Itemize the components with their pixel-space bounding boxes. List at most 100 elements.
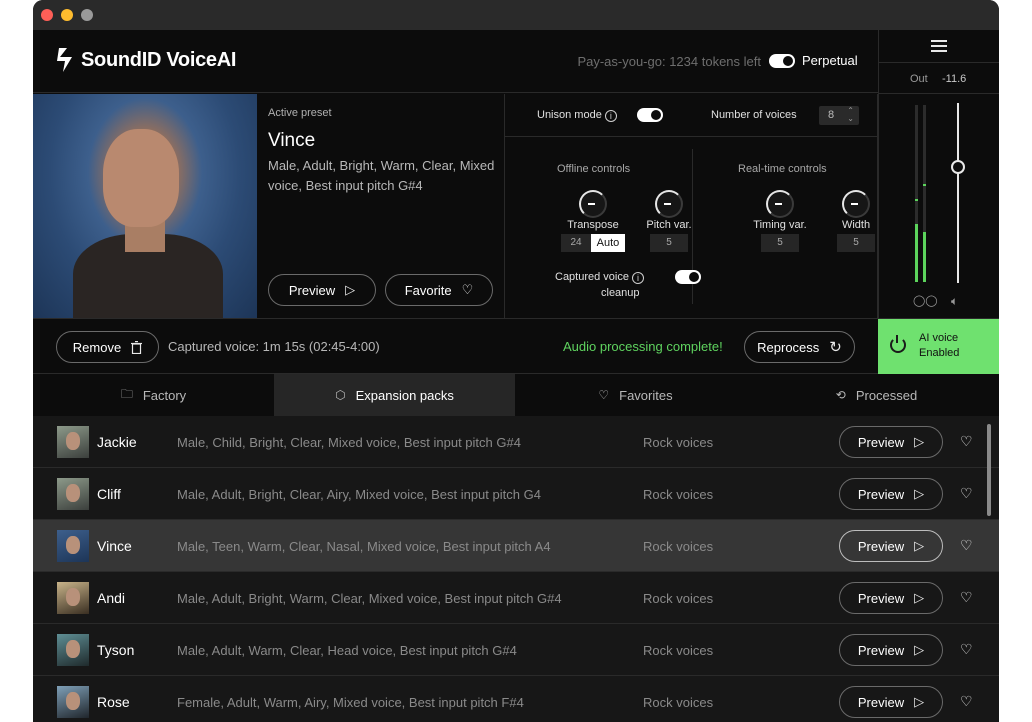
- preset-pack: Rock voices: [643, 539, 714, 554]
- preset-description: Male, Adult, Warm, Clear, Head voice, Be…: [177, 643, 517, 658]
- width-value[interactable]: 5: [837, 234, 875, 252]
- timing-var-value[interactable]: 5: [761, 234, 799, 252]
- app-logo: SoundID VoiceAI: [55, 48, 236, 72]
- transpose-auto-button[interactable]: Auto: [591, 234, 625, 252]
- offline-controls-title: Offline controls: [557, 163, 631, 175]
- favorite-button[interactable]: Favorite ♡: [385, 274, 493, 306]
- preview-button[interactable]: Preview ▷: [268, 274, 376, 306]
- preview-button[interactable]: Preview ▷: [839, 582, 943, 614]
- preview-button[interactable]: Preview ▷: [839, 478, 943, 510]
- avatar: [57, 530, 89, 562]
- link-channels-icon[interactable]: ◯◯: [913, 294, 938, 307]
- remove-button[interactable]: Remove: [56, 331, 159, 363]
- avatar: [57, 582, 89, 614]
- tab-favorites[interactable]: ♡ Favorites: [515, 374, 756, 416]
- preset-list: Jackie Male, Child, Bright, Clear, Mixed…: [33, 416, 999, 722]
- preset-description: Male, Adult, Bright, Clear, Airy, Mixed …: [177, 487, 541, 502]
- timing-var-label: Timing var.: [753, 219, 807, 231]
- list-item[interactable]: Andi Male, Adult, Bright, Warm, Clear, M…: [33, 572, 999, 624]
- info-icon[interactable]: i: [604, 110, 617, 122]
- captured-voice-cleanup-toggle[interactable]: [675, 270, 701, 284]
- preview-button[interactable]: Preview ▷: [839, 530, 943, 562]
- refresh-icon: ↻: [829, 339, 842, 356]
- minimize-window-button[interactable]: [61, 9, 73, 21]
- preview-button[interactable]: Preview ▷: [839, 634, 943, 666]
- favorite-heart-icon[interactable]: ♡: [960, 485, 973, 502]
- output-fader-handle[interactable]: [951, 160, 965, 174]
- preset-description: Male, Adult, Bright, Warm, Clear, Mixed …: [177, 591, 562, 606]
- output-fader-track[interactable]: [957, 103, 959, 283]
- active-preset-panel: Active preset Vince Male, Adult, Bright,…: [257, 94, 505, 318]
- pitch-var-knob[interactable]: [655, 190, 683, 218]
- folder-icon: 🗀︎: [120, 386, 133, 401]
- transpose-value[interactable]: 24: [561, 234, 591, 252]
- unison-mode-toggle[interactable]: [637, 108, 663, 122]
- preset-name: Tyson: [97, 642, 135, 658]
- timing-var-knob[interactable]: [766, 190, 794, 218]
- transpose-knob[interactable]: [579, 190, 607, 218]
- output-level-row: Out -11.6: [879, 62, 999, 94]
- favorite-heart-icon[interactable]: ♡: [960, 589, 973, 606]
- tab-processed[interactable]: ⟲ Processed: [756, 374, 997, 416]
- trash-icon: [131, 340, 143, 354]
- status-bar: Remove Captured voice: 1m 15s (02:45-4:0…: [33, 318, 999, 374]
- perpetual-toggle[interactable]: [769, 54, 795, 68]
- active-preset-name: Vince: [268, 130, 316, 151]
- preset-name: Jackie: [97, 434, 137, 450]
- number-of-voices-label: Number of voices: [711, 109, 797, 121]
- package-icon: ⬡: [335, 388, 346, 402]
- reprocess-button[interactable]: Reprocess ↻: [744, 331, 855, 363]
- realtime-controls-title: Real-time controls: [738, 163, 827, 175]
- play-icon: ▷: [914, 538, 925, 553]
- number-of-voices-stepper[interactable]: 8 ⌃ ⌄: [819, 106, 859, 125]
- title-bar: [33, 0, 999, 30]
- play-icon: ▷: [914, 434, 925, 449]
- voice-controls-panel: Unison mode i Number of voices 8 ⌃ ⌄ Offli…: [505, 94, 878, 318]
- output-value: -11.6: [942, 73, 967, 85]
- preset-pack: Rock voices: [643, 591, 714, 606]
- play-icon: ▷: [914, 642, 925, 657]
- play-icon: ▷: [345, 282, 356, 297]
- stepper-chevrons-icon[interactable]: ⌃ ⌄: [847, 107, 854, 123]
- list-item[interactable]: Tyson Male, Adult, Warm, Clear, Head voi…: [33, 624, 999, 676]
- favorite-heart-icon[interactable]: ♡: [960, 641, 973, 658]
- preset-pack: Rock voices: [643, 435, 714, 450]
- list-item[interactable]: Cliff Male, Adult, Bright, Clear, Airy, …: [33, 468, 999, 520]
- power-icon: [890, 335, 906, 353]
- ai-voice-enabled-button[interactable]: AI voice Enabled: [878, 319, 999, 374]
- play-icon: ▷: [914, 590, 925, 605]
- preset-description: Male, Child, Bright, Clear, Mixed voice,…: [177, 435, 521, 450]
- preview-button-label: Preview: [288, 282, 336, 298]
- tab-expansion-packs[interactable]: ⬡ Expansion packs: [274, 374, 515, 416]
- preset-pack: Rock voices: [643, 695, 714, 710]
- list-item-selected[interactable]: Vince Male, Teen, Warm, Clear, Nasal, Mi…: [33, 520, 999, 572]
- close-window-button[interactable]: [41, 9, 53, 21]
- output-panel: Out -11.6 ◯◯ 🔈︎: [878, 30, 999, 318]
- speaker-icon[interactable]: 🔈︎: [951, 294, 958, 309]
- info-icon[interactable]: i: [632, 272, 644, 284]
- ai-voice-status: AI voice Enabled: [919, 332, 960, 359]
- list-scrollbar[interactable]: [987, 424, 991, 516]
- play-icon: ▷: [914, 694, 925, 709]
- favorite-heart-icon[interactable]: ♡: [960, 693, 973, 710]
- menu-list-icon[interactable]: [931, 40, 947, 52]
- favorite-heart-icon[interactable]: ♡: [960, 433, 973, 450]
- preset-pack: Rock voices: [643, 487, 714, 502]
- list-item[interactable]: Jackie Male, Child, Bright, Clear, Mixed…: [33, 416, 999, 468]
- width-label: Width: [841, 219, 871, 231]
- history-icon: ⟲: [835, 388, 846, 402]
- width-knob[interactable]: [842, 190, 870, 218]
- processing-complete-text: Audio processing complete!: [563, 339, 723, 354]
- favorite-heart-icon[interactable]: ♡: [960, 537, 973, 554]
- preview-button[interactable]: Preview ▷: [839, 686, 943, 718]
- tokens-left-text: Pay-as-you-go: 1234 tokens left: [577, 54, 761, 69]
- list-item[interactable]: Rose Female, Adult, Warm, Airy, Mixed vo…: [33, 676, 999, 722]
- zoom-window-button[interactable]: [81, 9, 93, 21]
- preset-name: Vince: [97, 538, 132, 554]
- avatar: [57, 426, 89, 458]
- pitch-var-value[interactable]: 5: [650, 234, 688, 252]
- app-name: SoundID VoiceAI: [81, 48, 237, 71]
- tab-factory[interactable]: 🗀︎ Factory: [33, 374, 274, 416]
- unison-row: Unison mode i Number of voices 8 ⌃ ⌄: [505, 94, 877, 137]
- preview-button[interactable]: Preview ▷: [839, 426, 943, 458]
